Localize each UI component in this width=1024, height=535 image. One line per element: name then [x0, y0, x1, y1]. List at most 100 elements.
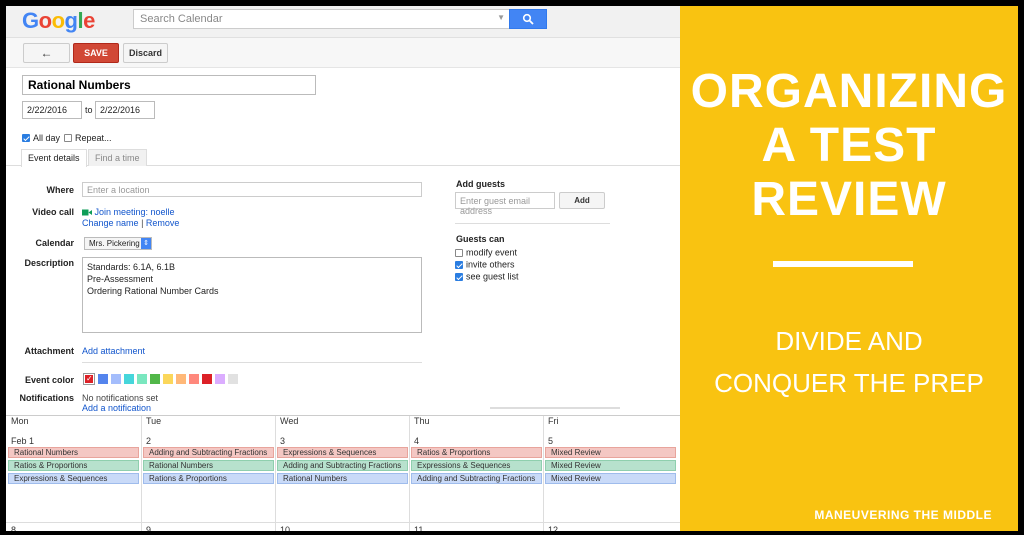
chevron-down-icon[interactable]: ▼: [497, 13, 505, 22]
notifications-label: Notifications: [19, 393, 74, 403]
logo-letter: o: [38, 8, 52, 33]
day-number[interactable]: 10: [280, 525, 290, 531]
color-swatch[interactable]: [176, 374, 186, 384]
day-number[interactable]: 8: [11, 525, 16, 531]
toolbar: ← SAVE Discard: [6, 38, 680, 68]
repeat-label: Repeat...: [75, 132, 112, 143]
day-number[interactable]: 4: [414, 436, 419, 446]
day-number[interactable]: 2: [146, 436, 151, 446]
day-number[interactable]: 5: [548, 436, 553, 446]
search-button[interactable]: [509, 9, 547, 29]
add-attachment-link[interactable]: Add attachment: [82, 346, 145, 356]
event-color-label: Event color: [24, 375, 74, 385]
calendar-event[interactable]: Ratios & Proportions: [8, 460, 139, 471]
remove-link[interactable]: Remove: [146, 218, 180, 228]
tab-event-details[interactable]: Event details: [21, 149, 87, 167]
tab-bar: Event details Find a time: [6, 149, 680, 167]
calendar-event[interactable]: Rational Numbers: [143, 460, 274, 471]
day-header: Thu: [414, 416, 430, 426]
guest-permission-checkbox[interactable]: [455, 260, 463, 269]
calendar-event[interactable]: Rations & Proportions: [143, 473, 274, 484]
guest-permission-label: invite others: [466, 259, 515, 270]
repeat-option[interactable]: Repeat...: [64, 129, 112, 147]
guest-permission-option[interactable]: invite others: [455, 259, 515, 270]
where-label: Where: [46, 185, 74, 195]
guest-permission-label: modify event: [466, 247, 518, 258]
save-button[interactable]: SAVE: [73, 43, 119, 63]
color-swatch[interactable]: [189, 374, 199, 384]
link-separator: |: [141, 218, 144, 228]
day-header: Tue: [146, 416, 162, 426]
change-name-link[interactable]: Change name: [82, 218, 139, 228]
add-guest-button[interactable]: Add: [559, 192, 605, 209]
discard-button[interactable]: Discard: [123, 43, 168, 63]
day-number[interactable]: 3: [280, 436, 285, 446]
end-date-input[interactable]: 2/22/2016: [95, 101, 155, 119]
calendar-event[interactable]: Ratios & Proportions: [411, 447, 542, 458]
color-swatch[interactable]: [228, 374, 238, 384]
calendar-event[interactable]: Mixed Review: [545, 460, 676, 471]
guest-permission-option[interactable]: modify event: [455, 247, 517, 258]
calendar-event[interactable]: Mixed Review: [545, 447, 676, 458]
add-notification-link[interactable]: Add a notification: [82, 403, 151, 413]
day-number[interactable]: Feb 1: [11, 436, 34, 446]
calendar-event[interactable]: Adding and Subtracting Fractions: [143, 447, 274, 458]
description-textarea[interactable]: Standards: 6.1A, 6.1B Pre-Assessment Order…: [82, 257, 422, 333]
google-logo[interactable]: Google: [22, 8, 95, 34]
color-swatch[interactable]: [163, 374, 173, 384]
brand-label: MANEUVERING THE MIDDLE: [814, 508, 992, 522]
guest-permission-checkbox[interactable]: [455, 272, 463, 281]
calendar-event[interactable]: Expressions & Sequences: [8, 473, 139, 484]
google-calendar-window: Google Search Calendar ▼ ← SAVE Discard …: [6, 6, 680, 531]
tab-find-a-time[interactable]: Find a time: [88, 149, 147, 166]
join-meeting-link[interactable]: Join meeting: noelle: [95, 207, 175, 217]
guests-divider: [455, 223, 610, 224]
search-placeholder: Search Calendar: [140, 13, 223, 25]
check-icon: ✓: [86, 374, 93, 383]
divider: [82, 362, 422, 363]
poster-rule: [773, 261, 913, 267]
guest-email-input[interactable]: Enter guest email address: [455, 192, 555, 216]
repeat-checkbox[interactable]: [64, 133, 72, 142]
color-swatch[interactable]: [124, 374, 134, 384]
calendar-event[interactable]: Adding and Subtracting Fractions: [277, 460, 408, 471]
start-date-input[interactable]: 2/22/2016: [22, 101, 82, 119]
color-swatch[interactable]: [150, 374, 160, 384]
back-button[interactable]: ←: [23, 43, 70, 63]
guest-permission-option[interactable]: see guest list: [455, 271, 519, 282]
calendar-event[interactable]: Mixed Review: [545, 473, 676, 484]
guest-permission-checkbox[interactable]: [455, 248, 463, 257]
color-swatch[interactable]: [137, 374, 147, 384]
where-input[interactable]: Enter a location: [82, 182, 422, 197]
day-number[interactable]: 9: [146, 525, 151, 531]
guests-can-label: Guests can: [456, 234, 505, 244]
day-number[interactable]: 11: [414, 525, 423, 531]
calendar-event[interactable]: Adding and Subtracting Fractions: [411, 473, 542, 484]
all-day-option[interactable]: All day: [22, 129, 60, 147]
poster-panel: ORGANIZING A TEST REVIEW DIVIDE AND CONQ…: [680, 6, 1018, 531]
chevron-updown-icon: ⇕: [141, 238, 151, 249]
day-header: Mon: [11, 416, 29, 426]
calendar-select[interactable]: Mrs. Pickering ⇕: [84, 237, 152, 250]
search-input[interactable]: Search Calendar ▼: [133, 9, 510, 29]
calendar-event[interactable]: Expressions & Sequences: [277, 447, 408, 458]
color-swatch[interactable]: [202, 374, 212, 384]
video-call-label: Video call: [32, 207, 74, 217]
color-swatch[interactable]: [111, 374, 121, 384]
calendar-event[interactable]: Rational Numbers: [8, 447, 139, 458]
video-camera-icon: [82, 209, 92, 216]
color-swatch[interactable]: [215, 374, 225, 384]
description-line: Pre-Assessment: [87, 274, 154, 284]
all-day-checkbox[interactable]: [22, 133, 30, 142]
calendar-event[interactable]: Expressions & Sequences: [411, 460, 542, 471]
description-line: Ordering Rational Number Cards: [87, 286, 219, 296]
guest-permission-label: see guest list: [466, 271, 519, 282]
color-swatch[interactable]: [98, 374, 108, 384]
color-swatch-selected[interactable]: ✓: [83, 373, 95, 385]
calendar-event[interactable]: Rational Numbers: [277, 473, 408, 484]
day-number[interactable]: 12: [548, 525, 558, 531]
event-title-input[interactable]: Rational Numbers: [22, 75, 316, 95]
logo-letter: e: [83, 8, 95, 33]
calendar-label: Calendar: [35, 238, 74, 248]
top-bar: Google Search Calendar ▼: [6, 6, 680, 38]
